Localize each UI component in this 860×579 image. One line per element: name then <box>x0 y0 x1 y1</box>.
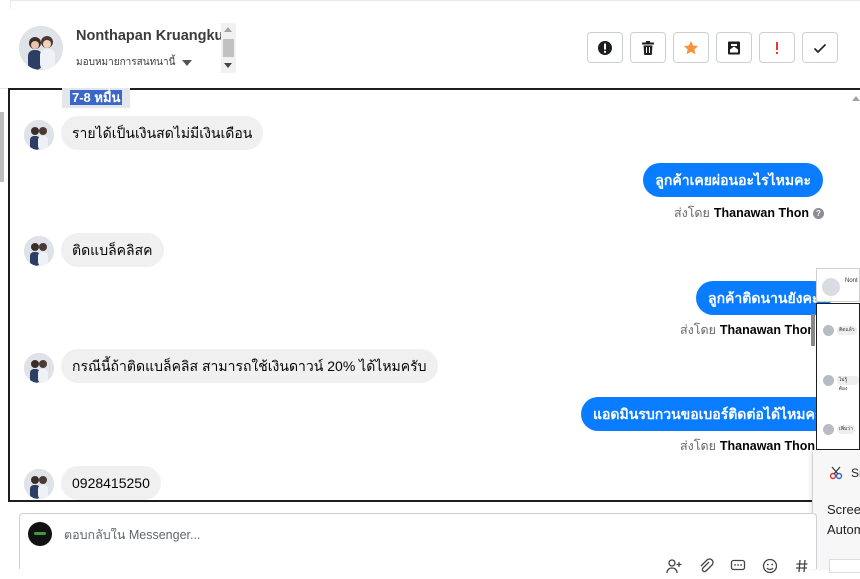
incoming-message[interactable]: 0928415250 <box>61 466 161 500</box>
snipping-tool-notification[interactable]: Sn Scree Autom <box>812 452 860 573</box>
delete-button[interactable] <box>630 32 666 63</box>
scissors-icon <box>829 466 843 480</box>
left-scroll-marker <box>0 112 4 182</box>
star-icon <box>684 40 698 54</box>
scroll-down-icon[interactable] <box>224 63 232 68</box>
outgoing-message[interactable]: แอดมินรบกวนขอเบอร์ติดต่อได้ไหมคะ <box>581 397 835 431</box>
conversation-header: Nonthapan Kruangkun มอบหมายการสนทนานี้ <box>0 0 860 89</box>
archive-icon <box>728 41 740 54</box>
header-divider <box>10 0 860 9</box>
mini-chat-window[interactable]: ติดแล้ว ไม่รู้ ต้อง เพิ่มว่า <box>811 303 860 450</box>
notification-body: Autom <box>827 522 860 537</box>
archive-button[interactable] <box>716 32 752 63</box>
outgoing-message[interactable]: ลูกค้าติดนานยังคะ <box>696 281 832 315</box>
sender-avatar[interactable] <box>24 120 54 150</box>
incoming-message[interactable]: กรณีนี้ถ้าติดแบล็คลิส สามารถใช้เงินดาวน์… <box>61 349 438 383</box>
priority-button[interactable] <box>759 32 795 63</box>
emoji-icon[interactable] <box>762 558 778 574</box>
scroll-up-icon[interactable] <box>852 96 860 101</box>
sent-by-agent: Thanawan Thon <box>719 439 816 453</box>
incoming-message[interactable]: ติดแบล็คลิสค <box>61 233 164 267</box>
mark-spam-button[interactable] <box>587 32 623 63</box>
hashtag-icon[interactable] <box>794 558 810 574</box>
mini-scrollbar[interactable] <box>811 314 815 346</box>
incoming-message[interactable]: รายได้เป็นเงินสดไม่มีเงินเดือน <box>61 116 264 150</box>
notification-app-name: Sn <box>851 466 860 480</box>
page-avatar <box>28 522 52 546</box>
mini-avatar <box>822 278 840 296</box>
add-person-icon[interactable] <box>666 558 682 574</box>
sent-by-info: ส่งโดย Thanawan Thon ? <box>674 203 824 223</box>
alert-circle-icon <box>598 40 612 55</box>
mini-avatar <box>823 375 834 386</box>
sent-by-agent: Thanawan Thon <box>719 323 816 337</box>
sent-by-label: ส่งโดย <box>680 439 716 453</box>
sender-avatar[interactable] <box>24 353 54 383</box>
notification-title: Scree <box>827 502 860 517</box>
chat-scrollbar[interactable] <box>850 92 860 267</box>
contact-avatar[interactable] <box>19 26 63 70</box>
highlighted-text-fragment: 7-8 หมื่น <box>62 88 131 108</box>
sent-by-info: ส่งโดย Thanawan Thon <box>680 436 815 456</box>
mark-done-button[interactable] <box>802 32 838 63</box>
mini-avatar <box>823 424 834 435</box>
sender-avatar[interactable] <box>24 236 54 266</box>
reply-composer[interactable] <box>19 513 817 574</box>
trash-icon <box>642 40 654 55</box>
selected-text: 7-8 หมื่น <box>70 90 123 105</box>
sender-avatar[interactable] <box>24 469 54 499</box>
sent-by-label: ส่งโดย <box>680 323 716 337</box>
assign-conversation-dropdown[interactable]: มอบหมายการสนทนานี้ <box>76 55 193 70</box>
mini-message: เพิ่มว่า <box>823 424 855 435</box>
notification-thumbnail[interactable] <box>829 559 860 573</box>
sent-by-agent: Thanawan Thon <box>713 206 809 220</box>
star-button[interactable] <box>673 32 709 63</box>
outgoing-message[interactable]: ลูกค้าเคยผ่อนอะไรไหมคะ <box>643 163 823 197</box>
mini-message: ติดแล้ว <box>823 325 857 336</box>
attachment-icon[interactable] <box>698 558 714 574</box>
contact-name[interactable]: Nonthapan Kruangkun <box>76 28 232 44</box>
mini-contact-name: Nont <box>845 278 858 284</box>
help-icon[interactable]: ? <box>813 207 824 219</box>
mini-avatar <box>823 325 834 336</box>
assign-label: มอบหมายการสนทนานี้ <box>76 57 176 68</box>
caret-down-icon <box>182 59 193 66</box>
mini-message: ไม่รู้ ต้อง <box>823 375 859 392</box>
saved-replies-icon[interactable] <box>730 558 746 574</box>
scroll-thumb[interactable] <box>223 39 234 57</box>
exclamation-icon <box>776 41 778 54</box>
sent-by-label: ส่งโดย <box>673 206 710 220</box>
sent-by-info: ส่งโดย Thanawan Thon <box>680 320 815 340</box>
scroll-up-icon[interactable] <box>224 27 232 32</box>
reply-input[interactable] <box>64 528 564 542</box>
check-icon <box>813 43 827 53</box>
name-scrollbar[interactable] <box>221 23 236 73</box>
mini-chat-header[interactable]: Nont <box>816 268 860 302</box>
